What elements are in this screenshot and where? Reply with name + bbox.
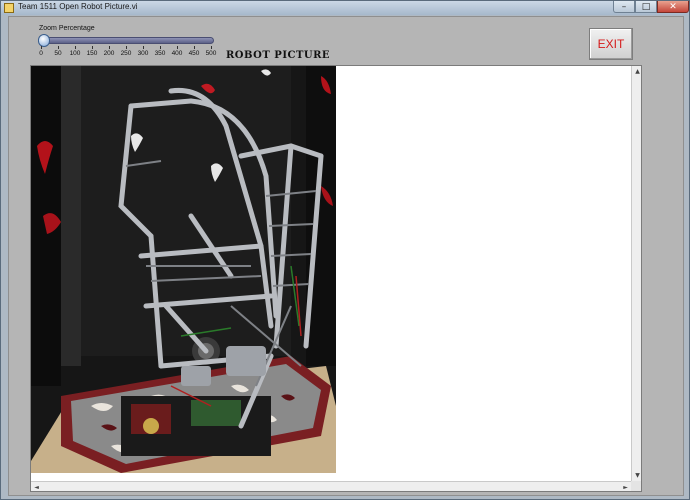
zoom-tick: [58, 46, 59, 49]
zoom-tick: [41, 46, 42, 49]
zoom-tick-label: 500: [205, 50, 217, 57]
minimize-button[interactable]: –: [613, 1, 635, 13]
zoom-label: Zoom Percentage: [39, 25, 95, 32]
close-button[interactable]: ✕: [657, 1, 689, 13]
scroll-down-icon[interactable]: ▼: [632, 470, 641, 481]
zoom-tick: [92, 46, 93, 49]
scroll-up-icon[interactable]: ▲: [632, 66, 641, 77]
zoom-slider-thumb[interactable]: [38, 34, 50, 47]
app-icon: [4, 3, 14, 13]
zoom-tick: [194, 46, 195, 49]
picture-title: ROBOT PICTURE: [226, 50, 331, 61]
window-title: Team 1511 Open Robot Picture.vi: [18, 2, 138, 11]
scroll-right-icon[interactable]: ►: [620, 482, 631, 491]
zoom-tick: [177, 46, 178, 49]
picture-display[interactable]: ▲ ▼ ◄ ►: [30, 65, 642, 492]
scroll-corner: [631, 481, 641, 491]
zoom-tick: [109, 46, 110, 49]
application-window: Team 1511 Open Robot Picture.vi – □ ✕ Zo…: [0, 0, 690, 500]
zoom-tick: [143, 46, 144, 49]
zoom-tick: [211, 46, 212, 49]
zoom-tick: [75, 46, 76, 49]
robot-photo: [31, 66, 336, 473]
zoom-slider-track[interactable]: [38, 37, 214, 44]
zoom-tick: [126, 46, 127, 49]
horizontal-scrollbar[interactable]: ◄ ►: [31, 481, 631, 491]
maximize-button[interactable]: □: [635, 1, 657, 13]
zoom-tick: [160, 46, 161, 49]
exit-button[interactable]: EXIT: [589, 28, 633, 60]
scroll-left-icon[interactable]: ◄: [31, 482, 42, 491]
title-bar[interactable]: Team 1511 Open Robot Picture.vi – □ ✕: [1, 1, 689, 15]
vertical-scrollbar[interactable]: ▲ ▼: [631, 66, 641, 481]
